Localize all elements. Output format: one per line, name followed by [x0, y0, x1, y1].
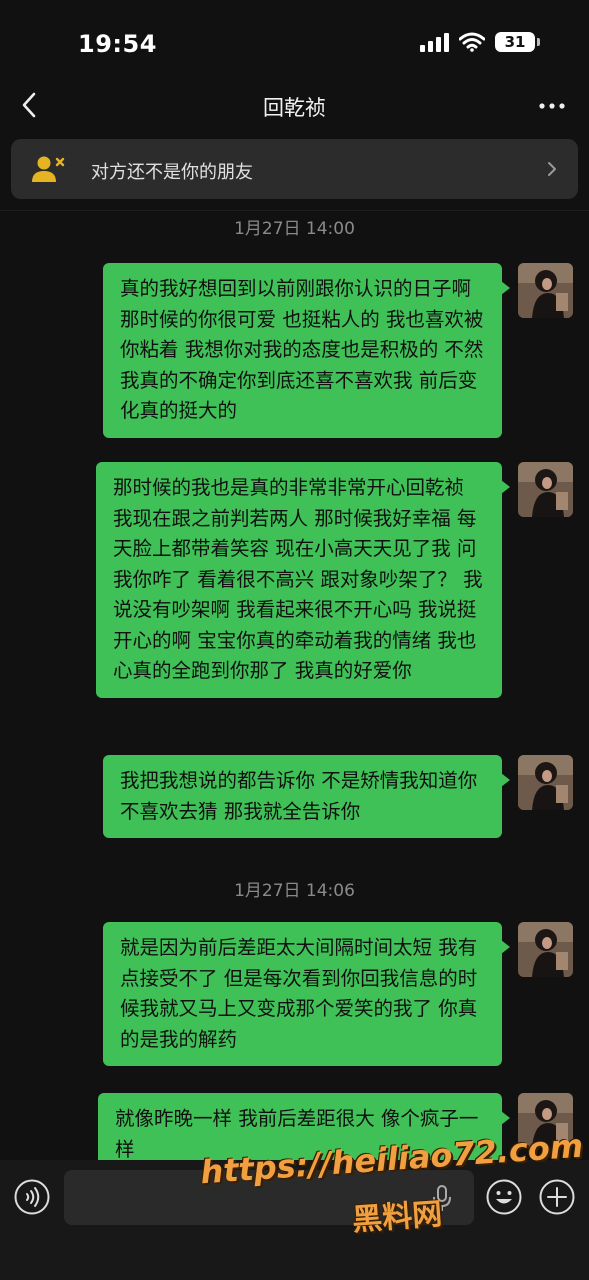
- message-bubble[interactable]: 那时候的我也是真的非常非常开心回乾祯 我现在跟之前判若两人 那时候我好幸福 每天…: [96, 462, 510, 698]
- message-bubble[interactable]: 就是因为前后差距太大间隔时间太短 我有点接受不了 但是每次看到你回我信息的时候我…: [103, 922, 510, 1066]
- message-bubble[interactable]: 我把我想说的都告诉你 不是矫情我知道你不喜欢去猜 那我就全告诉你: [103, 755, 510, 838]
- nav-bar: 回乾祯: [0, 86, 589, 126]
- header-divider: [0, 210, 589, 211]
- cellular-signal-icon: [420, 32, 449, 52]
- microphone-icon[interactable]: [432, 1184, 452, 1212]
- message-input[interactable]: [64, 1170, 474, 1225]
- wifi-icon: [459, 32, 485, 52]
- avatar-image: [518, 462, 573, 517]
- emoji-icon[interactable]: [485, 1178, 523, 1216]
- avatar[interactable]: [518, 922, 573, 977]
- message-bubble[interactable]: 真的我好想回到以前刚跟你认识的日子啊 那时候的你很可爱 也挺粘人的 我也喜欢被你…: [103, 263, 510, 438]
- timestamp: 1月27日 14:00: [234, 219, 355, 239]
- not-friend-banner[interactable]: 对方还不是你的朋友: [11, 139, 578, 199]
- status-bar: 19:54 31: [0, 0, 589, 86]
- chat-title: 回乾祯: [263, 96, 326, 120]
- voice-input-icon[interactable]: [13, 1178, 51, 1216]
- not-friend-text: 对方还不是你的朋友: [91, 162, 253, 183]
- avatar-image: [518, 263, 573, 318]
- avatar[interactable]: [518, 755, 573, 810]
- avatar-image: [518, 1093, 573, 1148]
- avatar-image: [518, 922, 573, 977]
- plus-icon[interactable]: [538, 1178, 576, 1216]
- status-time: 19:54: [78, 30, 157, 58]
- avatar-image: [518, 755, 573, 810]
- user-not-friend-icon: [32, 156, 65, 182]
- avatar[interactable]: [518, 263, 573, 318]
- more-options-icon[interactable]: [537, 96, 567, 116]
- timestamp: 1月27日 14:06: [234, 881, 355, 901]
- input-bar: [0, 1160, 589, 1280]
- chevron-right-icon: [548, 162, 556, 176]
- battery-icon: 31: [495, 32, 540, 52]
- status-icons: 31: [420, 32, 540, 52]
- avatar[interactable]: [518, 1093, 573, 1148]
- avatar[interactable]: [518, 462, 573, 517]
